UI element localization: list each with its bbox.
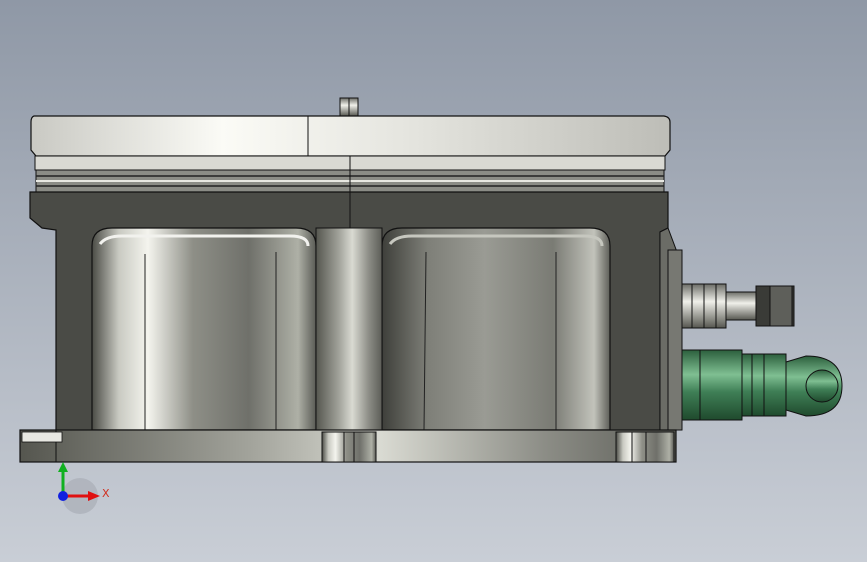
x-axis-label: X — [102, 487, 110, 500]
green-hose-fitting[interactable] — [681, 349, 843, 421]
top-cap-plate[interactable] — [30, 115, 671, 171]
model-view[interactable] — [0, 0, 867, 562]
top-pin[interactable] — [339, 97, 359, 117]
z-axis-dot — [58, 491, 68, 501]
base-flange[interactable] — [19, 429, 677, 463]
side-port-boss[interactable] — [659, 227, 683, 431]
seal-groove-band — [35, 169, 665, 193]
main-housing[interactable] — [29, 191, 669, 435]
cad-graphics-viewport[interactable]: X — [0, 0, 867, 562]
